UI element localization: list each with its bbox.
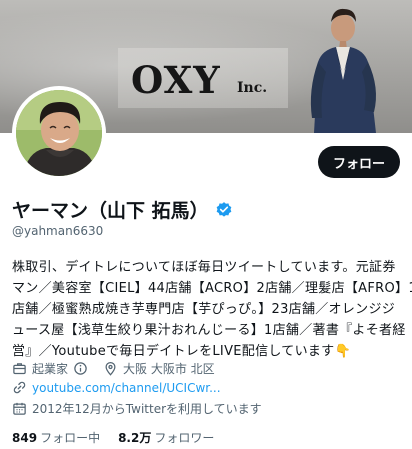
followers-link[interactable]: 8.2万 フォロワー bbox=[118, 429, 214, 446]
following-label: フォロー中 bbox=[40, 431, 101, 445]
profile-meta-row: 起業家 大阪 大阪市 北区 bbox=[12, 360, 215, 377]
profile-bio: 株取引、デイトレについてほぼ毎日ツイートしています。元証券 マン／美容室【CIE… bbox=[12, 257, 412, 362]
follow-button[interactable]: フォロー bbox=[318, 146, 400, 178]
banner-logo-subtext: Inc. bbox=[237, 80, 268, 96]
profile-joined-row: 2012年12月からTwitterを利用しています bbox=[12, 400, 262, 417]
calendar-icon bbox=[13, 402, 26, 415]
profile-joined-date: 2012年12月からTwitterを利用しています bbox=[32, 402, 262, 416]
bio-line: マン／美容室【CIEL】44店舗【ACRO】2店舗／理髪店【AFRO】1 bbox=[12, 281, 412, 296]
location-pin-icon bbox=[105, 361, 116, 376]
profile-avatar[interactable] bbox=[12, 86, 106, 180]
profile-name-row: ヤーマン（山下 拓馬） bbox=[12, 196, 233, 223]
following-count: 849 bbox=[12, 431, 38, 445]
verified-badge-icon[interactable] bbox=[215, 201, 233, 219]
link-icon bbox=[13, 381, 26, 394]
bio-line: 店舗／極蜜熟成焼き芋専門店【芋ぴっぴ。】23店舗／オレンジジ bbox=[12, 302, 396, 317]
followers-count: 8.2万 bbox=[118, 431, 152, 445]
following-link[interactable]: 849 フォロー中 bbox=[12, 429, 100, 446]
profile-website-link[interactable]: youtube.com/channel/UCICwr... bbox=[32, 381, 221, 395]
bio-line: 株取引、デイトレについてほぼ毎日ツイートしています。元証券 bbox=[12, 260, 396, 275]
profile-category: 起業家 bbox=[32, 362, 69, 376]
banner-person-image bbox=[310, 8, 376, 133]
avatar-photo-image bbox=[16, 90, 102, 176]
bio-line: ュース屋【浅草生絞り果汁おれんじーる】1店舗／著書『よそ者経 bbox=[12, 323, 406, 338]
briefcase-icon bbox=[13, 363, 26, 375]
bio-line: 営』／Youtubeで毎日デイトレをLIVE配信しています👇 bbox=[12, 344, 351, 359]
follow-counts: 849 フォロー中 8.2万 フォロワー bbox=[12, 429, 214, 446]
info-icon[interactable] bbox=[73, 361, 88, 376]
banner-logo-text: OXY bbox=[131, 58, 221, 102]
profile-website-row: youtube.com/channel/UCICwr... bbox=[12, 380, 221, 395]
profile-location: 大阪 大阪市 北区 bbox=[123, 362, 215, 376]
followers-label: フォロワー bbox=[154, 431, 215, 445]
display-name: ヤーマン（山下 拓馬） bbox=[12, 200, 209, 222]
user-handle: @yahman6630 bbox=[12, 224, 104, 238]
